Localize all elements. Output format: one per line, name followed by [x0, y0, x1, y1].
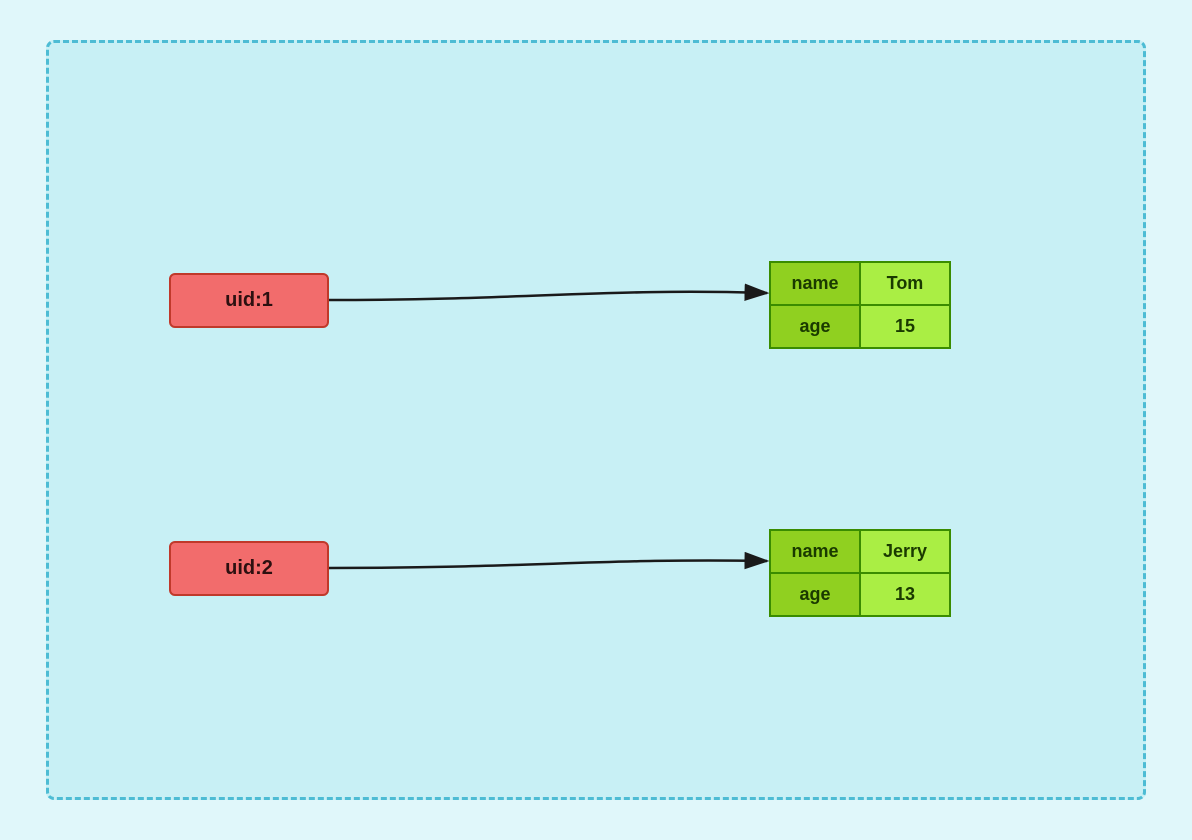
- record1-name-key: name: [770, 262, 860, 305]
- arrow-uid1-to-record1: [329, 292, 767, 300]
- record1-age-key: age: [770, 305, 860, 348]
- arrow-uid2-to-record2: [329, 560, 767, 568]
- record-table-2: name Jerry age 13: [769, 529, 951, 617]
- record2-name-key: name: [770, 530, 860, 573]
- diagram-canvas: uid:1 uid:2 name Tom age 15 name Jerry a…: [46, 40, 1146, 800]
- record-table-1: name Tom age 15: [769, 261, 951, 349]
- record1-name-value: Tom: [860, 262, 950, 305]
- table-row: name Tom: [770, 262, 950, 305]
- record2-age-value: 13: [860, 573, 950, 616]
- uid1-label: uid:1: [225, 289, 273, 312]
- record1-age-value: 15: [860, 305, 950, 348]
- uid2-label: uid:2: [225, 557, 273, 580]
- uid-box-1: uid:1: [169, 273, 329, 328]
- arrows-svg: [49, 43, 1143, 797]
- table-row: age 13: [770, 573, 950, 616]
- record2-age-key: age: [770, 573, 860, 616]
- table-row: name Jerry: [770, 530, 950, 573]
- table-row: age 15: [770, 305, 950, 348]
- uid-box-2: uid:2: [169, 541, 329, 596]
- record2-name-value: Jerry: [860, 530, 950, 573]
